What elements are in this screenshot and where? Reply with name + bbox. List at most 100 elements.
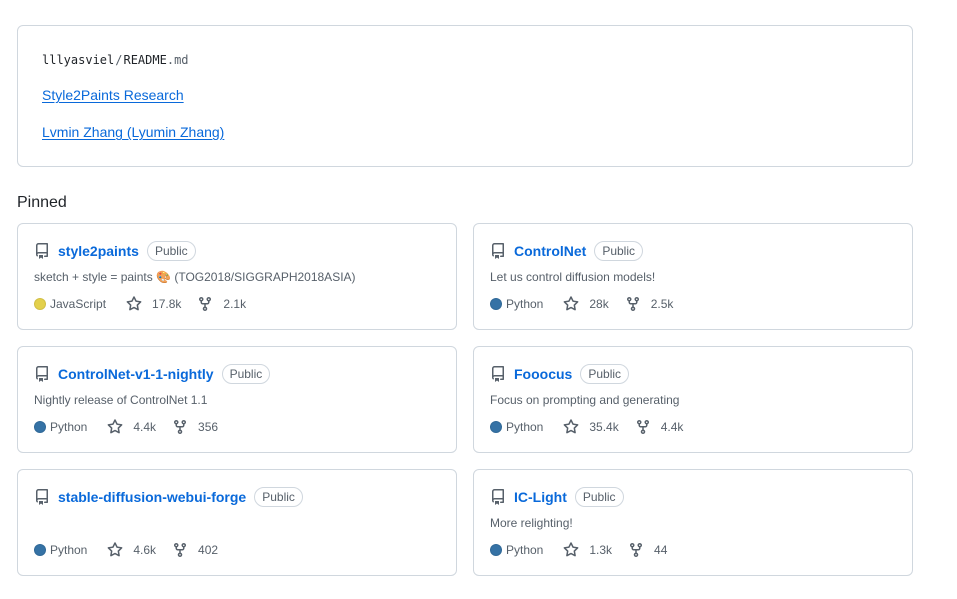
stars-count: 1.3k [589,543,613,557]
pinned-repo-card: stable-diffusion-webui-forge Public Pyth… [17,469,457,576]
pinned-repo-card: ControlNet-v1-1-nightly Public Nightly r… [17,346,457,453]
language-label: JavaScript [50,297,107,311]
pinned-repo-card: IC-Light Public More relighting! Python … [473,469,913,576]
repo-meta: Python 1.3k 44 [490,541,683,559]
forks-link[interactable]: 2.5k [625,296,674,312]
readme-card: lllyasviel/README.md Style2Paints Resear… [17,25,913,167]
readme-path: lllyasviel/README.md [42,53,189,67]
repo-name-link[interactable]: ControlNet-v1-1-nightly [58,366,214,382]
visibility-badge: Public [221,364,271,384]
readme-user[interactable]: lllyasviel [42,53,114,67]
forks-link[interactable]: 402 [172,542,218,558]
stars-link[interactable]: 28k [563,296,609,312]
stars-link[interactable]: 17.8k [126,296,181,312]
forks-count: 44 [654,543,668,557]
forks-count: 402 [198,543,219,557]
forks-link[interactable]: 2.1k [197,296,246,312]
repo-language: Python [490,297,543,311]
repo-language: JavaScript [34,297,106,311]
repo-header: stable-diffusion-webui-forge Public [34,487,303,507]
language-color-dot [34,298,46,310]
language-label: Python [50,420,88,434]
repo-name-link[interactable]: stable-diffusion-webui-forge [58,489,246,505]
repo-name-link[interactable]: style2paints [58,243,139,259]
repo-icon [34,243,50,259]
star-icon [563,542,584,558]
fork-icon [635,419,656,435]
readme-link-lvmin-zhang[interactable]: Lvmin Zhang (Lyumin Zhang) [42,124,224,140]
readme-file-ext[interactable]: .md [167,53,189,67]
language-label: Python [506,543,544,557]
repo-meta: JavaScript 17.8k 2.1k [34,295,262,313]
repo-icon [490,366,506,382]
language-color-dot [34,421,46,433]
repo-description: Nightly release of ControlNet 1.1 [34,393,208,407]
stars-link[interactable]: 1.3k [563,542,612,558]
language-label: Python [506,420,544,434]
repo-meta: Python 35.4k 4.4k [490,418,699,436]
fork-icon [172,419,193,435]
pinned-heading: Pinned [17,194,67,211]
repo-name-link[interactable]: Fooocus [514,366,572,382]
readme-link-style2paints-research[interactable]: Style2Paints Research [42,87,184,103]
stars-count: 4.6k [133,543,157,557]
repo-icon [490,489,506,505]
readme-separator: / [115,53,123,67]
stars-count: 28k [589,297,609,311]
star-icon [107,542,128,558]
language-label: Python [50,543,88,557]
forks-count: 2.1k [223,297,247,311]
visibility-badge: Public [580,364,630,384]
repo-language: Python [490,420,543,434]
star-icon [107,419,128,435]
readme-file-base[interactable]: README [123,53,166,67]
repo-language: Python [490,543,543,557]
stars-count: 17.8k [152,297,182,311]
repo-name-link[interactable]: IC-Light [514,489,567,505]
star-icon [563,419,584,435]
forks-link[interactable]: 356 [172,419,218,435]
repo-name-link[interactable]: ControlNet [514,243,586,259]
language-color-dot [490,544,502,556]
repo-language: Python [34,420,87,434]
repo-icon [490,243,506,259]
repo-meta: Python 4.6k 402 [34,541,234,559]
forks-link[interactable]: 4.4k [635,419,684,435]
forks-count: 4.4k [660,420,684,434]
repo-description: sketch + style = paints 🎨 (TOG2018/SIGGR… [34,270,356,284]
repo-header: IC-Light Public [490,487,624,507]
language-color-dot [34,544,46,556]
repo-icon [34,366,50,382]
stars-link[interactable]: 35.4k [563,419,619,435]
repo-language: Python [34,543,87,557]
repo-header: ControlNet-v1-1-nightly Public [34,364,271,384]
repo-description: Focus on prompting and generating [490,393,680,407]
forks-link[interactable]: 44 [628,542,667,558]
stars-count: 4.4k [133,420,157,434]
visibility-badge: Public [254,487,303,507]
forks-count: 356 [198,420,219,434]
repo-icon [34,489,50,505]
repo-description: More relighting! [490,516,573,530]
pinned-repo-card: ControlNet Public Let us control diffusi… [473,223,913,330]
repo-meta: Python 4.4k 356 [34,418,234,436]
fork-icon [172,542,193,558]
stars-count: 35.4k [589,420,619,434]
language-color-dot [490,298,502,310]
repo-header: style2paints Public [34,241,196,261]
star-icon [563,296,584,312]
visibility-badge: Public [574,487,624,507]
language-label: Python [506,297,544,311]
repo-header: ControlNet Public [490,241,644,261]
repo-description: Let us control diffusion models! [490,270,656,284]
fork-icon [628,542,649,558]
repo-meta: Python 28k 2.5k [490,295,689,313]
stars-link[interactable]: 4.6k [107,542,156,558]
stars-link[interactable]: 4.4k [107,419,156,435]
repo-header: Fooocus Public [490,364,630,384]
forks-count: 2.5k [650,297,674,311]
star-icon [126,296,147,312]
fork-icon [197,296,218,312]
pinned-repo-card: Fooocus Public Focus on prompting and ge… [473,346,913,453]
pinned-repo-card: style2paints Public sketch + style = pai… [17,223,457,330]
